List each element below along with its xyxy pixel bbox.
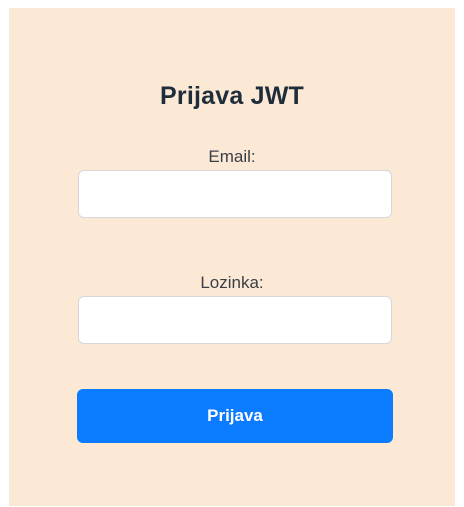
login-button[interactable]: Prijava bbox=[77, 389, 393, 443]
login-card: Prijava JWT Email: Lozinka: Prijava bbox=[9, 8, 455, 506]
password-field[interactable] bbox=[78, 296, 392, 344]
password-label: Lozinka: bbox=[200, 273, 264, 292]
email-label: Email: bbox=[208, 147, 256, 166]
email-field[interactable] bbox=[78, 170, 392, 218]
page-title: Prijava JWT bbox=[160, 82, 304, 110]
